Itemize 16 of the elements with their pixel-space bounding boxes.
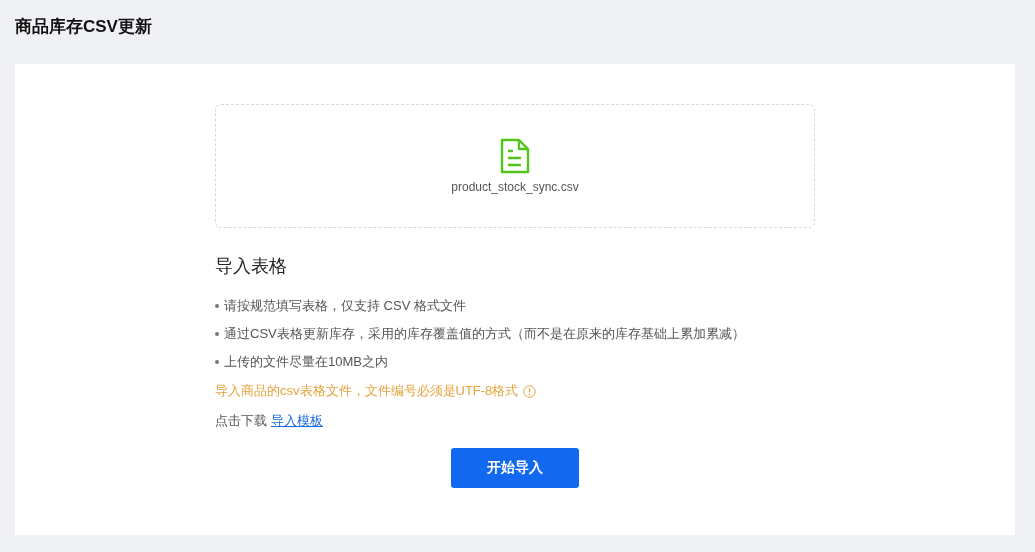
page-title: 商品库存CSV更新 [15, 16, 153, 38]
instruction-text: 上传的文件尽量在10MB之内 [224, 353, 388, 371]
section-heading: 导入表格 [215, 255, 288, 278]
bullet-dot [215, 360, 219, 364]
download-prompt: 点击下载 [215, 412, 267, 430]
template-download-link[interactable]: 导入模板 [271, 412, 323, 430]
warning-text: 导入商品的csv表格文件，文件编号必须是UTF-8格式 [215, 382, 519, 400]
info-icon [523, 384, 537, 398]
start-import-button[interactable]: 开始导入 [451, 448, 579, 488]
bullet-dot [215, 332, 219, 336]
instruction-text: 通过CSV表格更新库存，采用的库存覆盖值的方式（而不是在原来的库存基础上累加累减） [224, 325, 745, 343]
upload-area[interactable]: product_stock_sync.csv [215, 104, 815, 228]
document-icon [499, 138, 531, 174]
instruction-text: 请按规范填写表格，仅支持 CSV 格式文件 [224, 297, 466, 315]
bullet-dot [215, 304, 219, 308]
file-name: product_stock_sync.csv [451, 180, 579, 194]
